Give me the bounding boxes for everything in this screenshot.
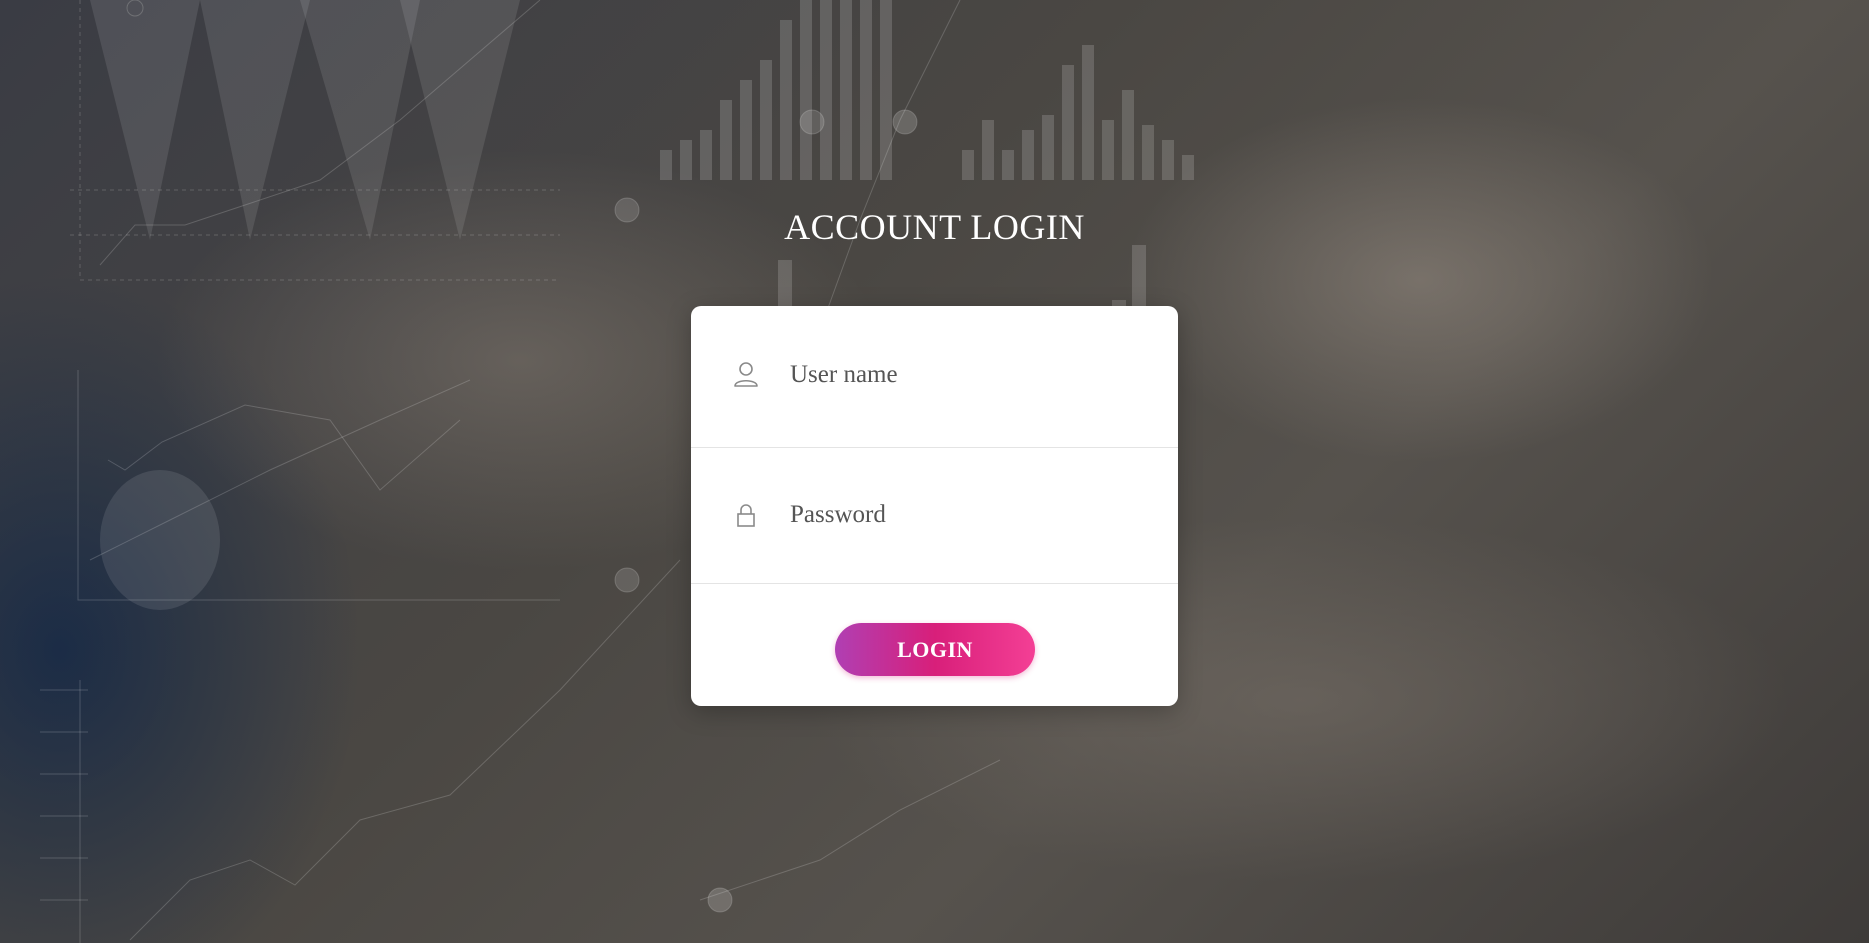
login-button[interactable]: LOGIN (835, 623, 1035, 676)
password-row (691, 448, 1178, 584)
lock-icon (737, 504, 755, 527)
username-input[interactable] (790, 350, 1150, 400)
username-row (691, 306, 1178, 448)
user-icon (734, 362, 758, 387)
page-title: ACCOUNT LOGIN (784, 207, 1085, 247)
login-card: LOGIN (691, 306, 1178, 706)
password-input[interactable] (790, 490, 1150, 540)
